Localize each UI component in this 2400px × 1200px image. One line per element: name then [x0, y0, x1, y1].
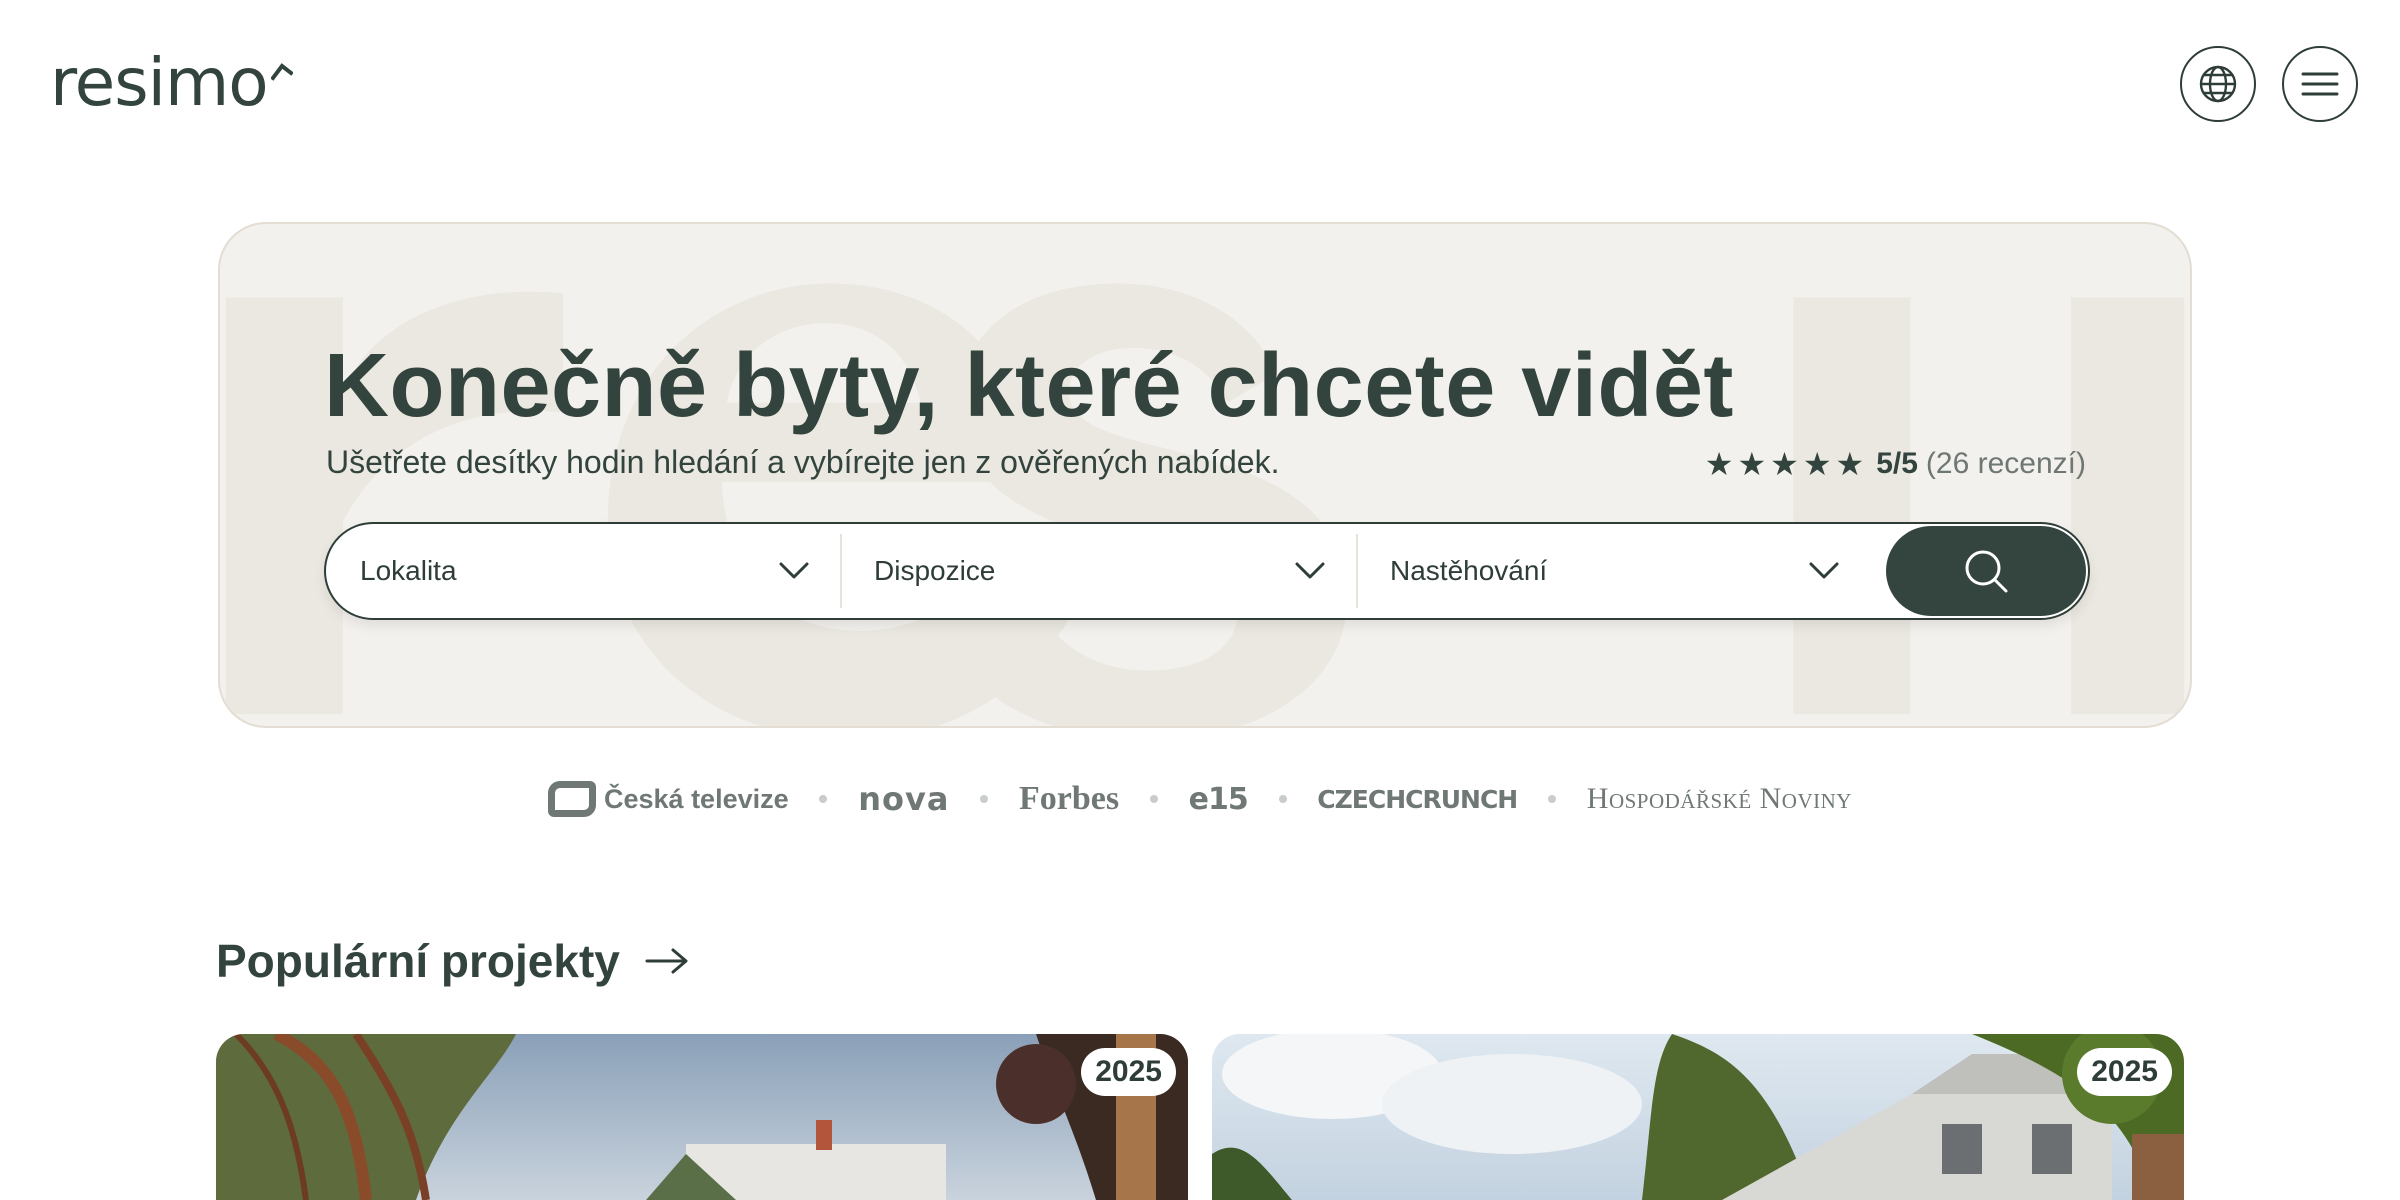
- chevron-down-icon: [1809, 562, 1839, 579]
- search-bar: Lokalita Dispozice Nastěhování: [324, 522, 2090, 620]
- layout-select-label: Dispozice: [874, 555, 996, 586]
- logo[interactable]: resimo: [50, 48, 293, 118]
- star-icon: ★: [1835, 445, 1865, 483]
- location-select-label: Lokalita: [360, 555, 457, 586]
- globe-icon: [2199, 65, 2237, 103]
- star-icon: ★: [1802, 445, 1832, 483]
- star-icon: ★: [1737, 445, 1767, 483]
- search-button[interactable]: [1886, 526, 2086, 616]
- hero-section: Konečně byty, které chcete vidět Ušetřet…: [218, 222, 2192, 728]
- arrow-right-icon: [645, 948, 688, 974]
- rating-count: (26 recenzí): [1925, 447, 2086, 480]
- chevron-down-icon: [779, 562, 809, 579]
- press-logo-ceska-televize: Česká televize: [548, 781, 789, 817]
- press-logo-forbes: Forbes: [1018, 780, 1120, 817]
- menu-button[interactable]: [2282, 46, 2358, 122]
- search-icon: [1965, 550, 2008, 593]
- project-photo: [216, 1034, 1188, 1200]
- rating-stars: ★ ★ ★ ★ ★: [1705, 448, 1864, 480]
- year-badge: 2025: [2077, 1048, 2172, 1096]
- chevron-down-icon: [1295, 562, 1325, 579]
- project-card[interactable]: 2025: [216, 1034, 1188, 1200]
- press-logo-czechcrunch: CZECHCRUNCH: [1317, 784, 1518, 814]
- separator-dot: [819, 795, 828, 803]
- press-logo-label: Česká televize: [604, 783, 789, 814]
- press-logo-e15: e15: [1188, 781, 1249, 817]
- hero-subtitle: Ušetřete desítky hodin hledání a vybírej…: [326, 444, 1280, 480]
- language-button[interactable]: [2180, 46, 2256, 122]
- press-logos: Česká televize nova Forbes e15 CZECHCRUN…: [548, 774, 1852, 824]
- layout-select[interactable]: Dispozice: [840, 524, 1356, 618]
- hamburger-icon: [2301, 72, 2339, 96]
- separator-dot: [1278, 795, 1287, 803]
- section-title: Populární projekty: [216, 935, 620, 987]
- separator-dot: [980, 795, 989, 803]
- project-card[interactable]: 2025: [1212, 1034, 2184, 1200]
- popular-projects-link[interactable]: Populární projekty: [216, 934, 690, 988]
- star-icon: ★: [1704, 445, 1734, 483]
- logo-text: resimo: [50, 44, 269, 121]
- move-in-select[interactable]: Nastěhování: [1356, 524, 1870, 618]
- press-logo-hospodarske-noviny: Hospodářské Noviny: [1586, 782, 1852, 815]
- star-icon: ★: [1770, 445, 1799, 483]
- move-in-select-label: Nastěhování: [1390, 555, 1548, 586]
- location-select[interactable]: Lokalita: [326, 524, 840, 618]
- ceska-televize-icon: [548, 781, 596, 817]
- hero-title: Konečně byty, které chcete vidět: [324, 336, 1734, 436]
- separator-dot: [1548, 795, 1556, 803]
- press-logo-nova: nova: [858, 780, 950, 818]
- roof-chevron-icon: [270, 60, 293, 82]
- rating-score: 5/5: [1876, 447, 1918, 480]
- rating-summary[interactable]: ★ ★ ★ ★ ★ 5/5 (26 recenzí): [1705, 442, 2086, 486]
- project-photo: [1212, 1034, 2184, 1200]
- year-badge: 2025: [1081, 1048, 1176, 1096]
- separator-dot: [1149, 795, 1158, 803]
